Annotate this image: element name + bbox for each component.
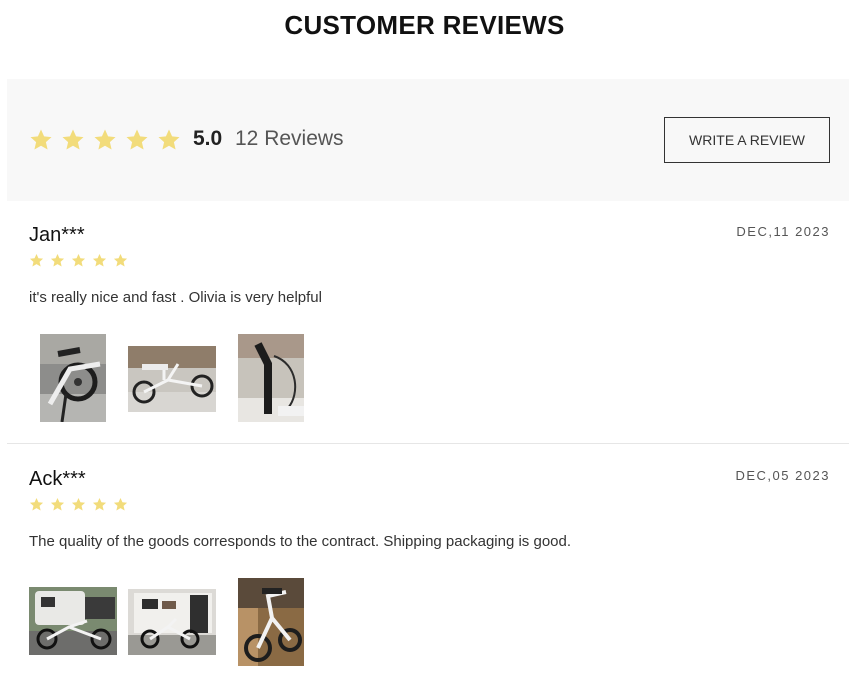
star-icon	[62, 129, 84, 150]
bike-rear-wheel-photo[interactable]	[40, 334, 106, 422]
review-summary: 5.0 12 Reviews WRITE A REVIEW	[7, 79, 849, 201]
star-icon	[30, 129, 52, 150]
bike-handlebar-photo[interactable]	[238, 334, 304, 422]
average-rating-stars	[29, 128, 181, 152]
reviewer-name: Jan***	[29, 224, 85, 246]
average-rating-value: 5.0	[193, 127, 223, 150]
review-date: DEC,05 2023	[735, 468, 830, 483]
star-icon	[92, 253, 107, 267]
star-icon	[29, 497, 44, 511]
star-icon	[50, 253, 65, 267]
star-icon	[92, 497, 107, 511]
star-icon	[29, 253, 44, 267]
bike-indoor-photo[interactable]	[238, 578, 304, 666]
write-review-button[interactable]: WRITE A REVIEW	[664, 117, 830, 163]
bike-at-caravan-door-photo[interactable]	[128, 589, 216, 655]
star-icon	[113, 253, 128, 267]
bike-cargo-side-photo[interactable]	[128, 346, 216, 412]
review-rating-stars	[29, 253, 128, 268]
star-icon	[71, 497, 86, 511]
star-icon	[71, 253, 86, 267]
page-title: CUSTOMER REVIEWS	[284, 10, 565, 40]
star-icon	[50, 497, 65, 511]
reviewer-name: Ack***	[29, 468, 86, 490]
star-icon	[158, 129, 180, 150]
review-text: The quality of the goods corresponds to …	[29, 533, 572, 550]
star-icon	[94, 129, 116, 150]
bike-with-caravan-photo[interactable]	[29, 587, 117, 655]
review-text: it's really nice and fast . Olivia is ve…	[29, 289, 322, 306]
star-icon	[126, 129, 148, 150]
review-date: DEC,11 2023	[736, 224, 830, 239]
review-item: Ack*** DEC,05 2023 The quality of the go…	[7, 445, 849, 684]
star-icon	[113, 497, 128, 511]
review-rating-stars	[29, 497, 128, 512]
review-item: Jan*** DEC,11 2023 it's really nice and …	[7, 201, 849, 444]
reviews-page: CUSTOMER REVIEWS 5.0 12 Reviews WRITE A …	[0, 0, 849, 684]
review-count: 12 Reviews	[235, 127, 344, 150]
